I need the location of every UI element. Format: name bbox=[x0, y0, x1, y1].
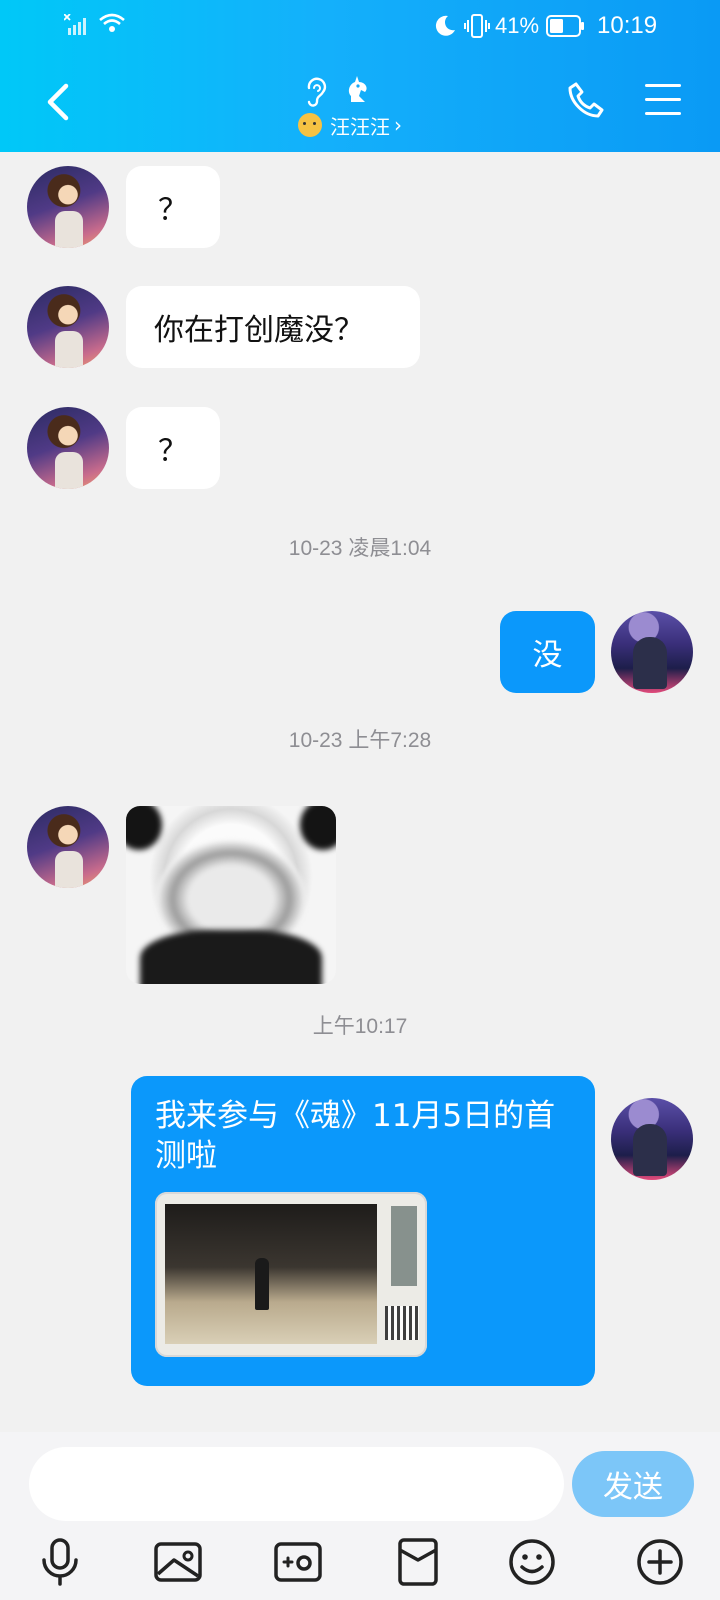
top-bar: 41% 10:19 汪汪汪 › bbox=[0, 0, 720, 152]
menu-icon[interactable] bbox=[645, 84, 681, 116]
microphone-icon[interactable] bbox=[34, 1536, 86, 1588]
back-icon[interactable] bbox=[40, 80, 76, 124]
chat-area[interactable]: ？ 你在打创魔没？ ？ 10-23 凌晨1:04 没 10-23 上午7:28 … bbox=[0, 152, 720, 1432]
clock: 10:19 bbox=[597, 12, 658, 39]
share-card-text: 我来参与《魂》11月5日的首测啦 bbox=[155, 1098, 556, 1174]
image-icon[interactable] bbox=[152, 1536, 204, 1588]
battery-icon bbox=[546, 15, 584, 37]
emoji-icon[interactable] bbox=[506, 1536, 558, 1588]
contact-avatar[interactable] bbox=[27, 286, 109, 368]
send-button[interactable]: 发送 bbox=[572, 1451, 694, 1517]
toolbar bbox=[0, 1536, 720, 1596]
qr-code-icon bbox=[385, 1306, 419, 1340]
chevron-right-icon: › bbox=[394, 113, 402, 137]
share-card-bubble[interactable]: 我来参与《魂》11月5日的首测啦 bbox=[131, 1076, 595, 1386]
contact-subtitle[interactable]: 汪汪汪 › bbox=[298, 110, 402, 140]
ear-icon bbox=[307, 77, 327, 107]
no-sim-signal-icon bbox=[64, 14, 86, 35]
share-card-image[interactable] bbox=[155, 1192, 427, 1357]
contact-avatar[interactable] bbox=[27, 407, 109, 489]
hamster-emoji-icon bbox=[298, 113, 322, 137]
vibrate-icon bbox=[464, 14, 490, 38]
wifi-icon bbox=[99, 13, 125, 32]
status-bar: 41% 10:19 bbox=[0, 0, 720, 52]
camera-icon[interactable] bbox=[272, 1536, 324, 1588]
message-bubble[interactable]: ？ bbox=[126, 407, 220, 489]
input-bar: 发送 bbox=[0, 1432, 720, 1600]
message-bubble-self[interactable]: 没 bbox=[500, 611, 595, 693]
timestamp: 上午10:17 bbox=[312, 1015, 408, 1038]
red-packet-icon[interactable] bbox=[392, 1536, 444, 1588]
battery-percent: 41% bbox=[495, 13, 540, 38]
horse-icon bbox=[348, 76, 367, 102]
sticker-image[interactable] bbox=[126, 806, 336, 984]
contact-avatar[interactable] bbox=[27, 166, 109, 248]
phone-icon[interactable] bbox=[566, 80, 606, 120]
contact-avatar[interactable] bbox=[27, 806, 109, 888]
plus-icon[interactable] bbox=[634, 1536, 686, 1588]
message-bubble[interactable]: ？ bbox=[126, 166, 220, 248]
self-avatar[interactable] bbox=[611, 611, 693, 693]
timestamp: 10-23 凌晨1:04 bbox=[288, 537, 432, 560]
message-bubble[interactable]: 你在打创魔没？ bbox=[126, 286, 420, 368]
timestamp: 10-23 上午7:28 bbox=[288, 729, 432, 752]
self-avatar[interactable] bbox=[611, 1098, 693, 1180]
moon-icon bbox=[435, 15, 455, 36]
contact-name: 汪汪汪 bbox=[330, 114, 390, 139]
message-input[interactable] bbox=[29, 1447, 564, 1521]
